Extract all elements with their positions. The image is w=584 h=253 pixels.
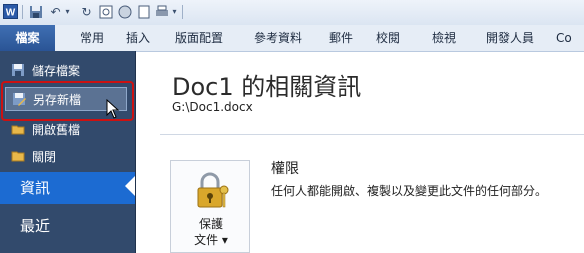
permissions-title: 權限	[271, 161, 299, 177]
tab-review[interactable]: 校閱	[370, 25, 406, 51]
divider	[160, 134, 584, 135]
tab-developer[interactable]: 開發人員	[479, 25, 541, 51]
folder-open-icon	[10, 121, 26, 137]
open-command[interactable]: 開啟舊檔	[5, 118, 125, 140]
customize-toolbar-icon[interactable]: ▾	[170, 4, 179, 19]
toolbar-separator	[182, 5, 183, 19]
protect-button-label-line1: 保護	[198, 217, 223, 231]
tab-insert[interactable]: 插入	[120, 25, 156, 51]
save-command[interactable]: 儲存檔案	[5, 59, 125, 81]
tab-file[interactable]: 檔案	[0, 25, 55, 51]
toolbar-separator	[22, 5, 23, 19]
nav-recent[interactable]: 最近	[0, 210, 135, 242]
close-command[interactable]: 關閉	[5, 145, 125, 167]
print-preview-icon[interactable]	[98, 4, 113, 19]
selected-nav-indicator	[125, 176, 135, 196]
folder-icon	[10, 148, 26, 164]
page-title: Doc1 的相關資訊	[172, 73, 362, 101]
word-app-icon[interactable]: W	[3, 4, 18, 19]
tab-page-layout[interactable]: 版面配置	[168, 25, 230, 51]
tab-more[interactable]: Co	[556, 25, 584, 51]
nav-info[interactable]: 資訊	[0, 172, 135, 204]
save-icon[interactable]	[28, 4, 43, 19]
open-command-label: 開啟舊檔	[32, 122, 81, 137]
lock-key-icon	[197, 172, 229, 208]
ribbon-tab-bar: 檔案 常用 插入 版面配置 參考資料 郵件 校閱 檢視 開發人員 Co	[0, 25, 584, 52]
protect-document-button[interactable]: 保護 文件 ▾	[170, 160, 250, 253]
undo-icon[interactable]: ↶	[48, 4, 63, 19]
dropdown-icon[interactable]: ▾	[63, 4, 72, 19]
permissions-description: 任何人都能開啟、複製以及變更此文件的任何部分。	[271, 184, 548, 198]
close-command-label: 關閉	[32, 149, 57, 164]
tab-view[interactable]: 檢視	[426, 25, 462, 51]
new-document-icon[interactable]	[136, 4, 151, 19]
tab-mailings[interactable]: 郵件	[323, 25, 359, 51]
document-path: G:\Doc1.docx	[172, 100, 253, 114]
protect-button-label-line2: 文件 ▾	[194, 233, 228, 247]
open-icon[interactable]	[117, 4, 132, 19]
save-icon	[10, 62, 26, 78]
tab-home[interactable]: 常用	[74, 25, 110, 51]
redo-icon[interactable]: ↻	[79, 4, 94, 19]
svg-text:W: W	[6, 8, 16, 19]
quick-access-toolbar: W ↶ ▾ ↻ ▾	[0, 0, 584, 26]
quick-print-icon[interactable]	[154, 4, 169, 19]
save-command-label: 儲存檔案	[32, 63, 81, 78]
tab-references[interactable]: 參考資料	[247, 25, 309, 51]
mouse-cursor-icon	[106, 99, 120, 119]
